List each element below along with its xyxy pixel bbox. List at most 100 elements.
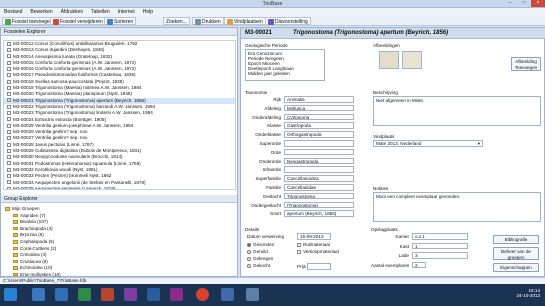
list-item[interactable]: M3-00035 Aequipecten seniensis (Lamarck,… xyxy=(4,186,235,189)
fossil-image-1[interactable] xyxy=(379,51,399,69)
start-icon[interactable] xyxy=(4,288,17,301)
taxonomy-field[interactable]: Neogastropoda xyxy=(284,157,354,165)
menu-tables[interactable]: Tabellen xyxy=(87,8,114,16)
checkbox-icon xyxy=(7,54,11,59)
location-select[interactable]: Mate 2013, Nederland ▾ xyxy=(373,140,483,147)
add-fossil-button[interactable]: Fossiel toevoegen xyxy=(2,17,56,25)
powerpoint-icon[interactable] xyxy=(101,288,114,301)
locations-button[interactable]: Vindplaatsen xyxy=(224,17,266,25)
excel-icon[interactable] xyxy=(78,288,91,301)
maximize-button[interactable]: □ xyxy=(517,0,531,7)
menu-bar: Bestand Bewerken Afdrukken Tabellen Internet… xyxy=(0,8,545,16)
notes-field[interactable]: Mooi een compleet exemplaar gevonden. xyxy=(373,192,541,222)
remove-fossil-button[interactable]: Fossiel verwijderen xyxy=(50,17,106,25)
tree-item[interactable]: Crustacea (8) xyxy=(3,259,236,266)
taxonomy-field[interactable]: Cyrtosoma xyxy=(284,113,354,121)
access-icon[interactable] xyxy=(170,288,183,301)
properties-button[interactable]: Eigenschappen xyxy=(493,263,539,272)
storage-field[interactable]: 1 xyxy=(412,242,468,249)
chrome-icon[interactable] xyxy=(196,288,209,301)
taxonomy-field[interactable]: Orthogastropoda xyxy=(284,131,354,138)
tree-item[interactable]: Aapriden (7) xyxy=(3,213,236,220)
tree-item[interactable]: Bivalvia (107) xyxy=(3,219,236,226)
storage-field[interactable]: 3 xyxy=(412,252,468,259)
radio-received[interactable]: Gekregen xyxy=(247,256,273,261)
taxonomy-rank-label: Onderorde xyxy=(259,158,281,164)
storage-label-item: Aantal exemplaren xyxy=(371,262,410,268)
radio-found[interactable]: Gevonden xyxy=(247,242,274,247)
minimize-button[interactable]: – xyxy=(503,0,517,7)
menu-internet[interactable]: Internet xyxy=(114,8,139,16)
triobase-icon[interactable] xyxy=(221,288,234,301)
onenote-icon[interactable] xyxy=(124,288,137,301)
taxonomy-field[interactable]: Gastropoda xyxy=(284,122,354,129)
taxonomy-field[interactable] xyxy=(284,166,354,173)
menu-edit[interactable]: Bewerken xyxy=(26,8,56,16)
price-label: Prijs xyxy=(297,264,306,269)
fossil-list[interactable]: M3-00012 Conus (Conolithus) antidiluvian… xyxy=(3,40,236,190)
tree-item[interactable]: Echinoidea (10) xyxy=(3,265,236,272)
taxonomy-field[interactable]: apertum (Beyrich, 1856) xyxy=(284,210,354,217)
search-button[interactable]: Zoeken... xyxy=(163,17,190,25)
geo-period-list[interactable]: Era Cenozoicum Periode Neogeen Epoch Mio… xyxy=(245,49,325,81)
taxonomy-field[interactable]: Cancellarioidea xyxy=(284,175,354,182)
tree-item[interactable]: Crinoidea (4) xyxy=(3,252,236,259)
tree-item[interactable]: Bryozoa (8) xyxy=(3,232,236,239)
word-icon[interactable] xyxy=(55,288,68,301)
price-field[interactable] xyxy=(307,263,331,270)
taxonomy-rank-label: Onderafdeling xyxy=(252,114,281,120)
taxonomy-field[interactable]: Trigonostoma xyxy=(284,192,354,200)
outlook-icon[interactable] xyxy=(147,288,160,301)
checkbox-icon xyxy=(297,242,301,247)
bibliography-button[interactable]: Bibliografie xyxy=(493,235,539,244)
radio-bought[interactable]: Gekocht xyxy=(247,263,270,268)
close-button[interactable]: × xyxy=(531,0,545,7)
checkbox-icon xyxy=(7,136,11,141)
storage-label-item: Lade xyxy=(398,253,409,258)
description-field[interactable]: Niet afgemeen in Miste. xyxy=(373,96,541,126)
checkbox-icon xyxy=(7,60,11,65)
taxonomy-field[interactable] xyxy=(284,148,354,156)
clock[interactable]: 16:14 24-10-2013 xyxy=(508,288,541,298)
slideshow-button[interactable]: Diavoorstelling xyxy=(265,17,311,25)
geo-period-label: Geologische Periode xyxy=(245,43,288,48)
add-image-button[interactable]: Afbeelding Toevoegen xyxy=(511,57,541,71)
taxonomy-field[interactable]: Animalia xyxy=(284,96,354,103)
checkbox-icon xyxy=(7,129,11,134)
tree-item[interactable]: Brachiopoda (4) xyxy=(3,226,236,233)
folder-icon xyxy=(13,220,18,224)
location-label: Vindplaats xyxy=(373,134,395,139)
acquisition-date-field[interactable]: 15-09-2013 xyxy=(297,233,331,240)
menu-print[interactable]: Afdrukken xyxy=(57,8,88,16)
tree-root[interactable]: Mijn Groepen xyxy=(3,206,236,213)
storage-field[interactable]: 2 xyxy=(412,261,426,268)
taxonomy-field[interactable]: (Trigonostoma) xyxy=(284,201,354,209)
folder-icon xyxy=(13,272,18,277)
map-icon xyxy=(227,18,233,25)
checkbox-icon xyxy=(7,79,11,84)
fossil-image-2[interactable] xyxy=(402,51,422,69)
radio-bought-indicator xyxy=(247,263,251,268)
sale-material-checkbox[interactable]: Verkoopmateriaal xyxy=(297,249,339,254)
print-button[interactable]: Drukken xyxy=(192,17,224,25)
tree-item[interactable]: Coral-Cuttlens (2) xyxy=(3,246,236,253)
trade-material-checkbox[interactable]: Ruilmateriaal xyxy=(297,242,330,247)
tree-item[interactable]: Cephalopoda (5) xyxy=(3,239,236,246)
radio-found-indicator xyxy=(247,242,251,247)
app-icon[interactable] xyxy=(246,288,259,301)
explorer-icon[interactable] xyxy=(32,288,45,301)
taxonomy-field[interactable]: Mollusca xyxy=(284,104,354,112)
radio-traded[interactable]: Geruild xyxy=(247,249,268,254)
taxonomy-field[interactable] xyxy=(284,140,354,147)
checkbox-icon xyxy=(7,123,11,128)
menu-help[interactable]: Help xyxy=(139,8,157,16)
delete-icon xyxy=(53,18,59,25)
manage-groups-button[interactable]: Beheer van de groepen xyxy=(493,247,539,260)
sort-button[interactable]: Sorteren xyxy=(104,17,137,25)
taxonomy-field[interactable]: Cancellariidae xyxy=(284,184,354,191)
storage-field[interactable]: o.v.1 xyxy=(412,233,468,240)
group-explorer-title: Group Explorer xyxy=(1,195,237,203)
checkbox-icon xyxy=(7,117,11,122)
checkbox-icon xyxy=(297,249,301,254)
menu-file[interactable]: Bestand xyxy=(0,8,26,16)
